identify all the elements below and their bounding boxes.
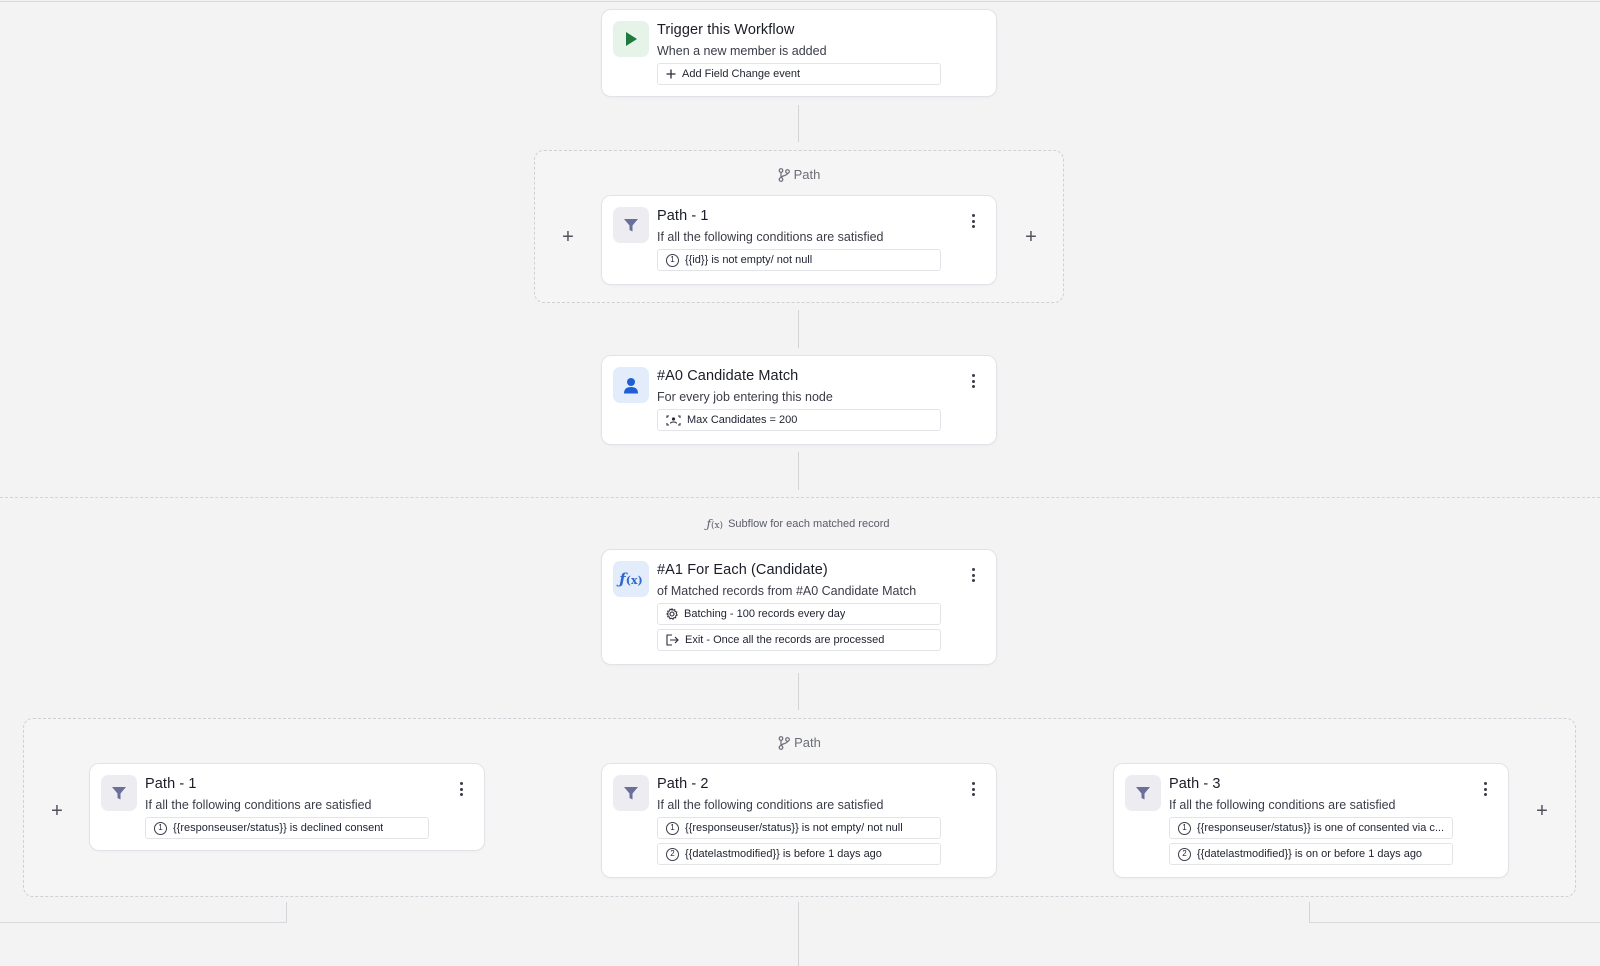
path-1-subtitle: If all the following conditions are sati…: [657, 230, 884, 244]
top-border-line: [0, 1, 1600, 2]
add-path-right-button[interactable]: +: [1021, 227, 1041, 247]
path-3-title: Path - 3: [1169, 776, 1221, 792]
connector-foreach-to-path: [798, 673, 799, 710]
filter-icon: [613, 775, 649, 811]
subflow-label: ƒ(x) Subflow for each matched record: [600, 517, 996, 531]
connector-path-to-candidate: [798, 310, 799, 348]
path-label-text: Path: [793, 167, 821, 182]
more-options-icon[interactable]: [968, 212, 978, 230]
condition-number: 2: [666, 847, 679, 861]
for-each-card[interactable]: ƒ(x) #A1 For Each (Candidate) of Matched…: [601, 549, 997, 665]
condition-number: 1: [666, 821, 679, 835]
path-1-card[interactable]: Path - 1 If all the following conditions…: [601, 195, 997, 285]
condition-chip[interactable]: 1 {{responseuser/status}} is one of cons…: [1169, 817, 1453, 839]
condition-text: {{id}} is not empty/ not null: [685, 254, 813, 266]
add-path-left-button[interactable]: +: [558, 227, 578, 247]
for-each-subtitle: of Matched records from #A0 Candidate Ma…: [657, 584, 917, 598]
batching-chip[interactable]: Batching - 100 records every day: [657, 603, 941, 625]
candidate-match-subtitle: For every job entering this node: [657, 390, 833, 404]
scan-user-icon: [666, 414, 681, 426]
add-field-change-button[interactable]: Add Field Change event: [657, 63, 941, 85]
more-options-icon[interactable]: [968, 780, 978, 798]
connector-path1-left: [0, 922, 287, 923]
condition-text: {{datelastmodified}} is on or before 1 d…: [1197, 848, 1423, 860]
function-icon: ƒ(x): [613, 561, 649, 597]
condition-chip[interactable]: 1 {{id}} is not empty/ not null: [657, 249, 941, 271]
candidate-match-title: #A0 Candidate Match: [657, 368, 799, 384]
more-options-icon[interactable]: [968, 566, 978, 584]
path-3-subtitle: If all the following conditions are sati…: [1169, 798, 1396, 812]
path-label-text: Path: [794, 735, 821, 750]
filter-icon: [613, 207, 649, 243]
add-field-change-label: Add Field Change event: [682, 68, 801, 80]
add-path-right-button[interactable]: +: [1532, 801, 1552, 821]
plus-icon: [666, 69, 676, 79]
condition-number: 2: [1178, 847, 1191, 861]
condition-chip[interactable]: 2 {{datelastmodified}} is on or before 1…: [1169, 843, 1453, 865]
path-3-card[interactable]: Path - 3 If all the following conditions…: [1113, 763, 1509, 878]
condition-chip[interactable]: 1 {{responseuser/status}} is not empty/ …: [657, 817, 941, 839]
filter-icon: [1125, 775, 1161, 811]
path-1-title: Path - 1: [657, 208, 709, 224]
path-1-card[interactable]: Path - 1 If all the following conditions…: [89, 763, 485, 851]
more-options-icon[interactable]: [968, 372, 978, 390]
more-options-icon[interactable]: [1480, 780, 1490, 798]
connector-trigger-to-path: [798, 105, 799, 142]
filter-icon: [101, 775, 137, 811]
exit-chip[interactable]: Exit - Once all the records are processe…: [657, 629, 941, 651]
exit-label: Exit - Once all the records are processe…: [685, 634, 885, 646]
max-candidates-label: Max Candidates = 200: [687, 414, 798, 426]
trigger-subtitle: When a new member is added: [657, 44, 827, 58]
connector-candidate-down: [798, 452, 799, 490]
path-1-title: Path - 1: [145, 776, 197, 792]
condition-number: 1: [666, 253, 679, 267]
condition-chip[interactable]: 2 {{datelastmodified}} is before 1 days …: [657, 843, 941, 865]
gear-icon: [666, 608, 678, 620]
condition-number: 1: [1178, 821, 1191, 835]
candidate-match-card[interactable]: #A0 Candidate Match For every job enteri…: [601, 355, 997, 445]
condition-number: 1: [154, 821, 167, 835]
subflow-label-text: Subflow for each matched record: [728, 518, 890, 530]
batching-label: Batching - 100 records every day: [684, 608, 846, 620]
path-group-2-label: Path: [24, 735, 1575, 750]
condition-text: {{datelastmodified}} is before 1 days ag…: [685, 848, 882, 860]
connector-path1-down: [286, 902, 287, 922]
connector-path3-right: [1309, 922, 1600, 923]
path-2-subtitle: If all the following conditions are sati…: [657, 798, 884, 812]
connector-path2-down: [798, 902, 799, 966]
more-options-icon[interactable]: [456, 780, 466, 798]
branch-icon: [778, 735, 791, 750]
max-candidates-chip[interactable]: Max Candidates = 200: [657, 409, 941, 431]
add-path-left-button[interactable]: +: [47, 801, 67, 821]
path-group-1-label: Path: [535, 167, 1063, 182]
trigger-title: Trigger this Workflow: [657, 22, 795, 38]
play-icon: [613, 21, 649, 57]
condition-text: {{responseuser/status}} is one of consen…: [1197, 822, 1445, 834]
for-each-title: #A1 For Each (Candidate): [657, 562, 828, 578]
condition-text: {{responseuser/status}} is declined cons…: [173, 822, 384, 834]
function-icon: ƒ(x): [706, 517, 724, 531]
path-1-subtitle: If all the following conditions are sati…: [145, 798, 372, 812]
person-icon: [613, 367, 649, 403]
exit-icon: [666, 634, 679, 646]
branch-icon: [778, 167, 790, 182]
trigger-card[interactable]: Trigger this Workflow When a new member …: [601, 9, 997, 97]
condition-text: {{responseuser/status}} is not empty/ no…: [685, 822, 903, 834]
path-2-card[interactable]: Path - 2 If all the following conditions…: [601, 763, 997, 878]
connector-path3-down: [1309, 902, 1310, 922]
condition-chip[interactable]: 1 {{responseuser/status}} is declined co…: [145, 817, 429, 839]
subflow-divider: [0, 497, 1600, 498]
path-2-title: Path - 2: [657, 776, 709, 792]
